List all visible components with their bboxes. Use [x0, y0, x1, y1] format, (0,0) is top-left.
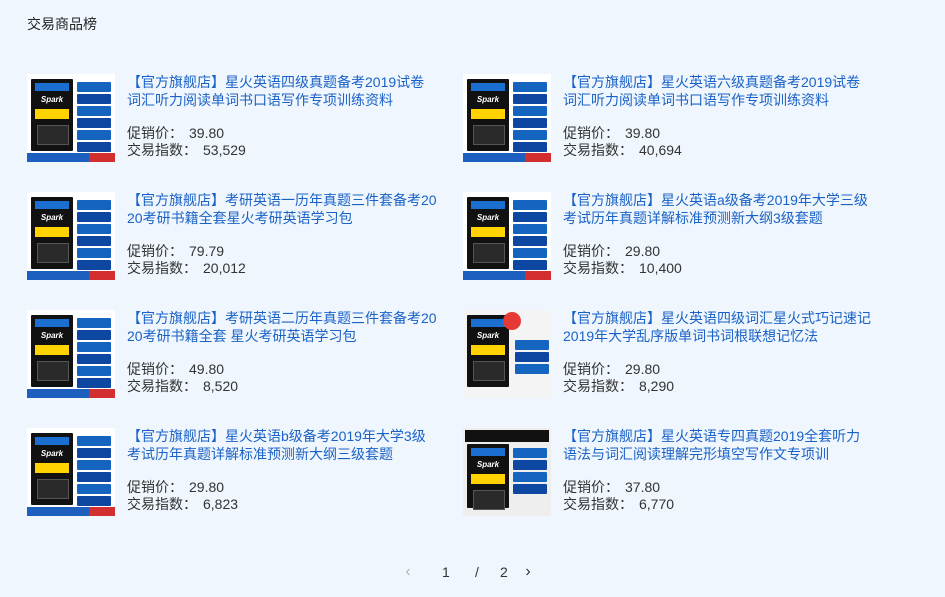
book-cover-cet4-icon[interactable]: Spark	[27, 74, 115, 162]
book-cover-cet6-icon[interactable]: Spark	[463, 74, 551, 162]
chevron-left-icon[interactable]: ‹	[398, 562, 418, 582]
promo-price: 促销价： 49.80	[127, 361, 225, 377]
product-title-link[interactable]: 【官方旗舰店】考研英语二历年真题三件套备考2020考研书籍全套 星火考研英语学习…	[127, 309, 437, 347]
promo-price: 促销价： 39.80	[563, 125, 661, 141]
book-cover-kaoyan1-icon[interactable]: Spark	[27, 192, 115, 280]
product-item[interactable]: Spark 【官方旗舰店】星火英语专四真题2019全套听力语法与词汇阅读理解完形…	[463, 428, 883, 518]
book-cover-cet4-vocab-icon[interactable]: Spark	[463, 310, 551, 398]
chevron-right-icon[interactable]: ›	[518, 562, 538, 582]
book-cover-level-b-icon[interactable]: Spark	[27, 428, 115, 516]
product-title-link[interactable]: 【官方旗舰店】星火英语六级真题备考2019试卷词汇听力阅读单词书口语写作专项训练…	[563, 73, 873, 111]
promo-price: 促销价： 39.80	[127, 125, 225, 141]
promo-price: 促销价： 37.80	[563, 479, 661, 495]
trade-index: 交易指数： 8,290	[563, 378, 675, 394]
trade-index: 交易指数： 8,520	[127, 378, 239, 394]
product-item[interactable]: Spark 【官方旗舰店】星火英语四级真题备考2019试卷词汇听力阅读单词书口语…	[27, 74, 447, 164]
trade-index: 交易指数： 20,012	[127, 260, 246, 276]
trade-index: 交易指数： 40,694	[563, 142, 682, 158]
trade-index: 交易指数： 6,770	[563, 496, 675, 512]
product-item[interactable]: Spark 【官方旗舰店】星火英语四级词汇星火式巧记速记2019年大学乱序版单词…	[463, 310, 883, 400]
product-item[interactable]: Spark 【官方旗舰店】星火英语b级备考2019年大学3级考试历年真题详解标准…	[27, 428, 447, 518]
product-title-link[interactable]: 【官方旗舰店】星火英语四级真题备考2019试卷词汇听力阅读单词书口语写作专项训练…	[127, 73, 437, 111]
promo-price: 促销价： 29.80	[563, 243, 661, 259]
product-title-link[interactable]: 【官方旗舰店】星火英语专四真题2019全套听力语法与词汇阅读理解完形填空写作文专…	[563, 427, 873, 465]
trade-index: 交易指数： 6,823	[127, 496, 239, 512]
product-item[interactable]: Spark 【官方旗舰店】星火英语a级备考2019年大学三级考试历年真题详解标准…	[463, 192, 883, 282]
promo-price: 促销价： 29.80	[563, 361, 661, 377]
book-cover-tem4-icon[interactable]: Spark	[463, 428, 551, 516]
current-page: 1	[442, 564, 450, 580]
promo-price: 促销价： 79.79	[127, 243, 225, 259]
trade-index: 交易指数： 53,529	[127, 142, 246, 158]
product-item[interactable]: Spark 【官方旗舰店】考研英语二历年真题三件套备考2020考研书籍全套 星火…	[27, 310, 447, 400]
product-item[interactable]: Spark 【官方旗舰店】星火英语六级真题备考2019试卷词汇听力阅读单词书口语…	[463, 74, 883, 164]
product-title-link[interactable]: 【官方旗舰店】考研英语一历年真题三件套备考2020考研书籍全套星火考研英语学习包	[127, 191, 437, 229]
trade-index: 交易指数： 10,400	[563, 260, 682, 276]
product-title-link[interactable]: 【官方旗舰店】星火英语b级备考2019年大学3级考试历年真题详解标准预测新大纲三…	[127, 427, 437, 465]
book-cover-level-a-icon[interactable]: Spark	[463, 192, 551, 280]
promo-price: 促销价： 29.80	[127, 479, 225, 495]
section-title: 交易商品榜	[27, 16, 97, 32]
product-title-link[interactable]: 【官方旗舰店】星火英语四级词汇星火式巧记速记2019年大学乱序版单词书词根联想记…	[563, 309, 873, 347]
page-separator: /	[475, 564, 479, 580]
total-pages: 2	[500, 564, 508, 580]
product-title-link[interactable]: 【官方旗舰店】星火英语a级备考2019年大学三级考试历年真题详解标准预测新大纲3…	[563, 191, 873, 229]
book-cover-kaoyan2-icon[interactable]: Spark	[27, 310, 115, 398]
product-item[interactable]: Spark 【官方旗舰店】考研英语一历年真题三件套备考2020考研书籍全套星火考…	[27, 192, 447, 282]
